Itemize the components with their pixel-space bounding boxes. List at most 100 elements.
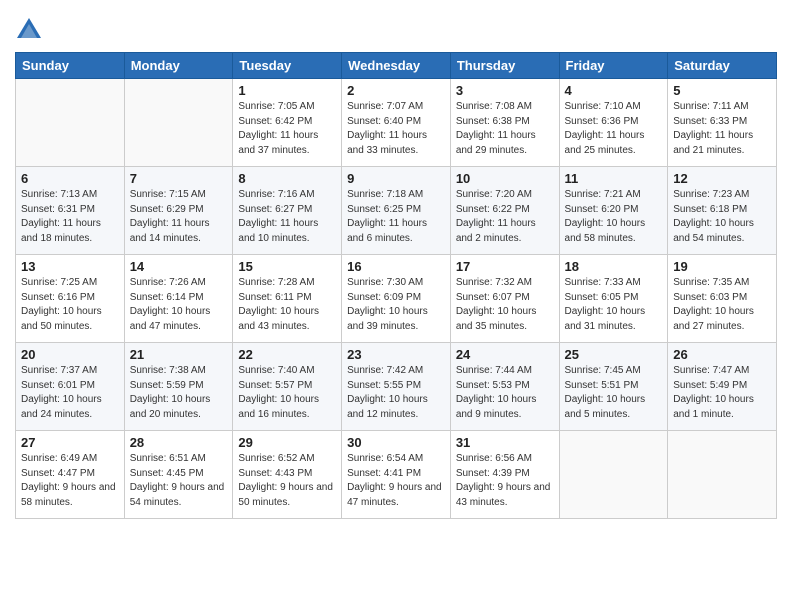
day-number: 20 [21, 347, 119, 362]
calendar-cell: 29 Sunrise: 6:52 AM Sunset: 4:43 PM Dayli… [233, 431, 342, 519]
calendar-cell: 30 Sunrise: 6:54 AM Sunset: 4:41 PM Dayli… [342, 431, 451, 519]
day-number: 23 [347, 347, 445, 362]
calendar-week-0: 1Sunrise: 7:05 AM Sunset: 6:42 PM Daylig… [16, 79, 777, 167]
calendar-cell [124, 79, 233, 167]
day-number: 31 [456, 435, 554, 450]
day-info: Sunrise: 7:40 AM Sunset: 5:57 PM Dayligh… [238, 364, 336, 422]
calendar-cell: 2 Sunrise: 7:07 AM Sunset: 6:40 PM Daylig… [342, 79, 451, 167]
day-info: Sunrise: 7:10 AM Sunset: 6:36 PM Dayligh… [565, 100, 663, 158]
day-number: 5 [673, 83, 771, 98]
day-number: 30 [347, 435, 445, 450]
day-info: Sunrise: 7:11 AM Sunset: 6:33 PM Dayligh… [673, 100, 771, 158]
day-info: Sunrise: 7:13 AM Sunset: 6:31 PM Dayligh… [21, 188, 119, 246]
calendar-week-4: 27 Sunrise: 6:49 AM Sunset: 4:47 PM Dayli… [16, 431, 777, 519]
calendar-cell: 7 Sunrise: 7:15 AM Sunset: 6:29 PM Daylig… [124, 167, 233, 255]
day-number: 15 [238, 259, 336, 274]
weekday-wednesday: Wednesday [342, 53, 451, 79]
calendar-cell: 8 Sunrise: 7:16 AM Sunset: 6:27 PM Daylig… [233, 167, 342, 255]
calendar-week-2: 13Sunrise: 7:25 AM Sunset: 6:16 PM Dayli… [16, 255, 777, 343]
day-number: 8 [238, 171, 336, 186]
calendar-cell: 31 Sunrise: 6:56 AM Sunset: 4:39 PM Dayli… [450, 431, 559, 519]
day-info: Sunrise: 7:26 AM Sunset: 6:14 PM Dayligh… [130, 276, 228, 334]
calendar-cell: 20 Sunrise: 7:37 AM Sunset: 6:01 PM Dayli… [16, 343, 125, 431]
calendar-cell: 25 Sunrise: 7:45 AM Sunset: 5:51 PM Dayli… [559, 343, 668, 431]
day-number: 29 [238, 435, 336, 450]
calendar-cell: 11 Sunrise: 7:21 AM Sunset: 6:20 PM Dayli… [559, 167, 668, 255]
calendar-cell: 6 Sunrise: 7:13 AM Sunset: 6:31 PM Daylig… [16, 167, 125, 255]
day-info: Sunrise: 7:05 AM Sunset: 6:42 PM Dayligh… [238, 100, 336, 158]
day-info: Sunrise: 7:37 AM Sunset: 6:01 PM Dayligh… [21, 364, 119, 422]
day-number: 24 [456, 347, 554, 362]
day-info: Sunrise: 7:15 AM Sunset: 6:29 PM Dayligh… [130, 188, 228, 246]
calendar-cell: 9 Sunrise: 7:18 AM Sunset: 6:25 PM Daylig… [342, 167, 451, 255]
day-info: Sunrise: 7:20 AM Sunset: 6:22 PM Dayligh… [456, 188, 554, 246]
weekday-tuesday: Tuesday [233, 53, 342, 79]
weekday-header-row: SundayMondayTuesdayWednesdayThursdayFrid… [16, 53, 777, 79]
day-info: Sunrise: 7:30 AM Sunset: 6:09 PM Dayligh… [347, 276, 445, 334]
day-info: Sunrise: 7:16 AM Sunset: 6:27 PM Dayligh… [238, 188, 336, 246]
calendar-cell: 18 Sunrise: 7:33 AM Sunset: 6:05 PM Dayli… [559, 255, 668, 343]
day-info: Sunrise: 7:21 AM Sunset: 6:20 PM Dayligh… [565, 188, 663, 246]
calendar-cell [16, 79, 125, 167]
calendar-cell [559, 431, 668, 519]
day-info: Sunrise: 7:45 AM Sunset: 5:51 PM Dayligh… [565, 364, 663, 422]
day-info: Sunrise: 7:32 AM Sunset: 6:07 PM Dayligh… [456, 276, 554, 334]
calendar-cell: 19Sunrise: 7:35 AM Sunset: 6:03 PM Dayli… [668, 255, 777, 343]
calendar-cell: 28 Sunrise: 6:51 AM Sunset: 4:45 PM Dayli… [124, 431, 233, 519]
day-number: 27 [21, 435, 119, 450]
calendar-cell: 10 Sunrise: 7:20 AM Sunset: 6:22 PM Dayli… [450, 167, 559, 255]
day-number: 4 [565, 83, 663, 98]
calendar-week-3: 20 Sunrise: 7:37 AM Sunset: 6:01 PM Dayli… [16, 343, 777, 431]
day-number: 9 [347, 171, 445, 186]
logo [15, 16, 47, 44]
day-number: 25 [565, 347, 663, 362]
day-number: 2 [347, 83, 445, 98]
calendar-cell: 13Sunrise: 7:25 AM Sunset: 6:16 PM Dayli… [16, 255, 125, 343]
day-info: Sunrise: 7:38 AM Sunset: 5:59 PM Dayligh… [130, 364, 228, 422]
day-info: Sunrise: 6:52 AM Sunset: 4:43 PM Dayligh… [238, 452, 336, 510]
day-number: 16 [347, 259, 445, 274]
calendar-cell: 3Sunrise: 7:08 AM Sunset: 6:38 PM Daylig… [450, 79, 559, 167]
weekday-sunday: Sunday [16, 53, 125, 79]
day-info: Sunrise: 7:44 AM Sunset: 5:53 PM Dayligh… [456, 364, 554, 422]
calendar-cell: 26 Sunrise: 7:47 AM Sunset: 5:49 PM Dayli… [668, 343, 777, 431]
day-number: 11 [565, 171, 663, 186]
day-info: Sunrise: 7:47 AM Sunset: 5:49 PM Dayligh… [673, 364, 771, 422]
calendar-cell: 17 Sunrise: 7:32 AM Sunset: 6:07 PM Dayli… [450, 255, 559, 343]
day-info: Sunrise: 7:08 AM Sunset: 6:38 PM Dayligh… [456, 100, 554, 158]
day-info: Sunrise: 6:49 AM Sunset: 4:47 PM Dayligh… [21, 452, 119, 510]
day-info: Sunrise: 7:28 AM Sunset: 6:11 PM Dayligh… [238, 276, 336, 334]
calendar-table: SundayMondayTuesdayWednesdayThursdayFrid… [15, 52, 777, 519]
calendar-cell [668, 431, 777, 519]
day-info: Sunrise: 7:42 AM Sunset: 5:55 PM Dayligh… [347, 364, 445, 422]
day-info: Sunrise: 7:07 AM Sunset: 6:40 PM Dayligh… [347, 100, 445, 158]
day-number: 13 [21, 259, 119, 274]
weekday-thursday: Thursday [450, 53, 559, 79]
day-number: 26 [673, 347, 771, 362]
weekday-saturday: Saturday [668, 53, 777, 79]
day-number: 28 [130, 435, 228, 450]
calendar-cell: 4 Sunrise: 7:10 AM Sunset: 6:36 PM Daylig… [559, 79, 668, 167]
day-info: Sunrise: 7:18 AM Sunset: 6:25 PM Dayligh… [347, 188, 445, 246]
day-info: Sunrise: 6:56 AM Sunset: 4:39 PM Dayligh… [456, 452, 554, 510]
weekday-friday: Friday [559, 53, 668, 79]
calendar-cell: 5 Sunrise: 7:11 AM Sunset: 6:33 PM Daylig… [668, 79, 777, 167]
day-number: 18 [565, 259, 663, 274]
logo-icon [15, 16, 43, 44]
calendar-cell: 16 Sunrise: 7:30 AM Sunset: 6:09 PM Dayli… [342, 255, 451, 343]
day-number: 19 [673, 259, 771, 274]
calendar-cell: 15 Sunrise: 7:28 AM Sunset: 6:11 PM Dayli… [233, 255, 342, 343]
calendar-cell: 21Sunrise: 7:38 AM Sunset: 5:59 PM Dayli… [124, 343, 233, 431]
day-number: 7 [130, 171, 228, 186]
day-number: 17 [456, 259, 554, 274]
day-info: Sunrise: 6:51 AM Sunset: 4:45 PM Dayligh… [130, 452, 228, 510]
day-number: 6 [21, 171, 119, 186]
calendar-week-1: 6 Sunrise: 7:13 AM Sunset: 6:31 PM Daylig… [16, 167, 777, 255]
calendar-cell: 24 Sunrise: 7:44 AM Sunset: 5:53 PM Dayli… [450, 343, 559, 431]
day-number: 10 [456, 171, 554, 186]
day-info: Sunrise: 7:33 AM Sunset: 6:05 PM Dayligh… [565, 276, 663, 334]
day-info: Sunrise: 6:54 AM Sunset: 4:41 PM Dayligh… [347, 452, 445, 510]
calendar-cell: 22Sunrise: 7:40 AM Sunset: 5:57 PM Dayli… [233, 343, 342, 431]
calendar-cell: 1Sunrise: 7:05 AM Sunset: 6:42 PM Daylig… [233, 79, 342, 167]
calendar-cell: 12Sunrise: 7:23 AM Sunset: 6:18 PM Dayli… [668, 167, 777, 255]
